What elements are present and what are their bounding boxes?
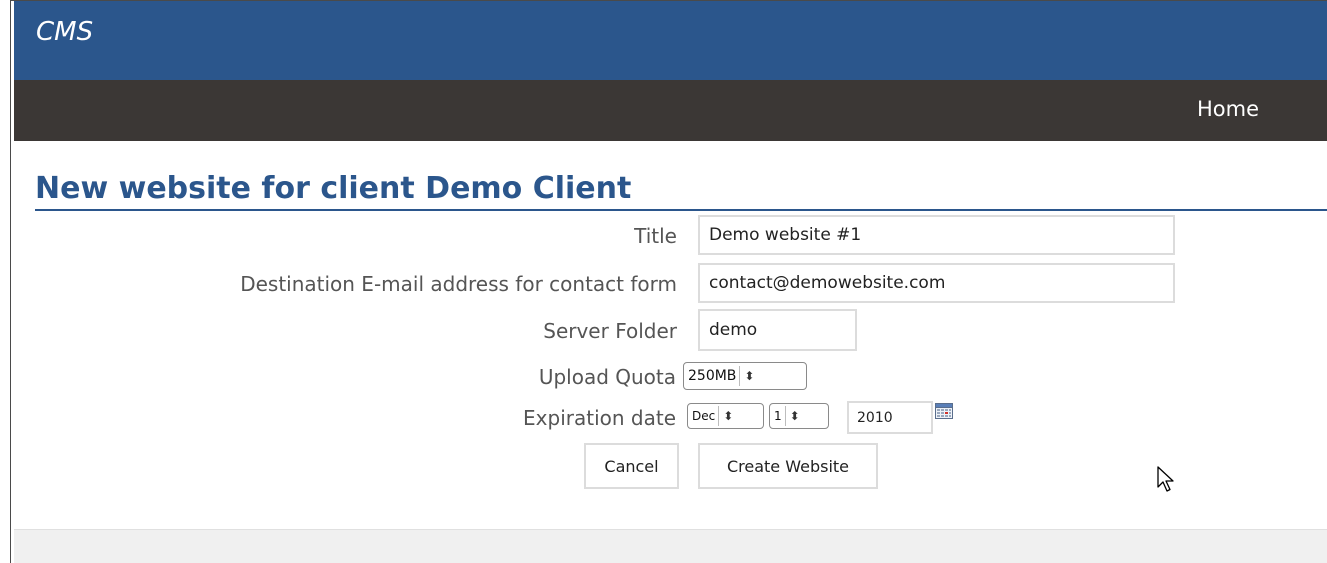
- mouse-pointer-icon: [1157, 466, 1175, 494]
- title-label: Title: [634, 224, 677, 248]
- updown-arrows-icon: ⬍: [789, 409, 800, 423]
- select-separator: [739, 366, 741, 386]
- upload-quota-select[interactable]: 250MB ⬍: [683, 362, 807, 390]
- page-footer: [14, 529, 1327, 563]
- updown-arrows-icon: ⬍: [723, 409, 734, 423]
- app-brand[interactable]: CMS: [36, 17, 93, 47]
- select-separator: [784, 406, 786, 426]
- select-separator: [718, 406, 720, 426]
- server-folder-label: Server Folder: [543, 319, 677, 343]
- title-divider: [35, 209, 1327, 211]
- expiration-day-value: 1: [774, 409, 782, 423]
- calendar-icon[interactable]: [935, 403, 953, 419]
- create-website-button[interactable]: Create Website: [698, 443, 878, 489]
- contact-email-input[interactable]: [698, 263, 1175, 303]
- title-input[interactable]: [698, 215, 1175, 255]
- server-folder-input[interactable]: [698, 309, 857, 351]
- cancel-button[interactable]: Cancel: [584, 443, 679, 489]
- upload-quota-label: Upload Quota: [538, 365, 676, 389]
- expiration-month-value: Dec: [692, 409, 716, 423]
- page-title: New website for client Demo Client: [35, 171, 632, 206]
- nav-home-link[interactable]: Home: [1197, 97, 1259, 121]
- contact-email-label: Destination E-mail address for contact f…: [240, 272, 677, 296]
- nav-bar: Home: [14, 80, 1327, 141]
- expiration-month-select[interactable]: Dec ⬍: [687, 403, 764, 429]
- upload-quota-value: 250MB: [688, 368, 737, 384]
- expiration-day-select[interactable]: 1 ⬍: [769, 403, 829, 429]
- browser-viewport: CMS Home New website for client Demo Cli…: [10, 0, 1327, 563]
- app-header: CMS: [14, 1, 1327, 80]
- expiration-year-input[interactable]: [847, 401, 933, 434]
- expiration-date-label: Expiration date: [523, 406, 676, 430]
- updown-arrows-icon: ⬍: [744, 369, 755, 383]
